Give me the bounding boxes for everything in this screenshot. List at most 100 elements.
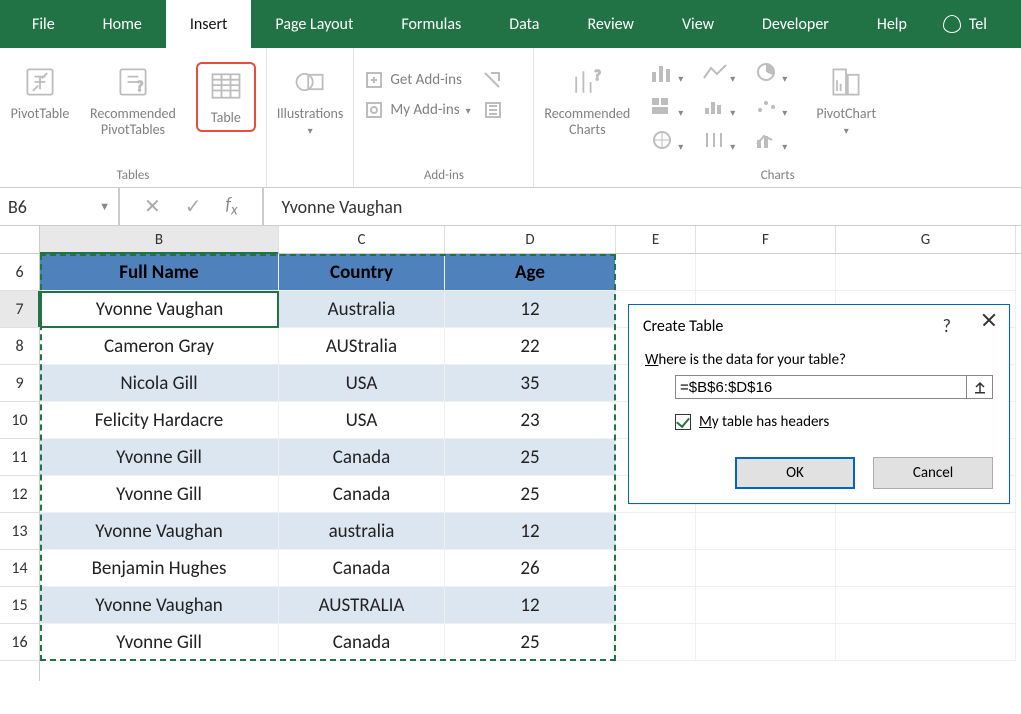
tab-file[interactable]: File <box>8 0 79 48</box>
row-header[interactable]: 9 <box>0 365 40 402</box>
cell[interactable] <box>696 550 836 587</box>
tab-insert[interactable]: Insert <box>166 0 252 48</box>
cell[interactable]: 12 <box>445 291 616 328</box>
cell[interactable] <box>696 254 836 291</box>
help-icon[interactable]: ? <box>943 315 951 337</box>
cell[interactable] <box>616 254 696 291</box>
cell[interactable] <box>836 624 1016 661</box>
row-header[interactable]: 6 <box>0 254 40 291</box>
cell[interactable]: Benjamin Hughes <box>40 550 279 587</box>
combo-chart-icon[interactable]: ▾ <box>754 130 796 158</box>
cell[interactable]: 12 <box>445 513 616 550</box>
tab-data[interactable]: Data <box>485 0 563 48</box>
my-addins-button[interactable]: My Add-ins ▾ <box>364 100 502 120</box>
cell[interactable]: 12 <box>445 587 616 624</box>
tab-review[interactable]: Review <box>563 0 658 48</box>
range-selector-button[interactable] <box>967 375 993 399</box>
cell[interactable]: Canada <box>279 624 445 661</box>
tab-developer[interactable]: Developer <box>738 0 853 48</box>
pivotchart-button[interactable]: PivotChart▾ <box>816 62 876 138</box>
row-header[interactable]: 14 <box>0 550 40 587</box>
pie-chart-icon[interactable]: ▾ <box>754 62 796 90</box>
cell[interactable]: Country <box>279 254 445 291</box>
cell[interactable]: Canada <box>279 439 445 476</box>
tab-home[interactable]: Home <box>79 0 166 48</box>
tab-view[interactable]: View <box>658 0 738 48</box>
cell[interactable]: Nicola Gill <box>40 365 279 402</box>
fx-icon[interactable]: fx <box>226 193 238 220</box>
cell[interactable]: Australia <box>279 291 445 328</box>
col-header-d[interactable]: D <box>445 226 616 253</box>
row-header[interactable]: 12 <box>0 476 40 513</box>
pivottable-button[interactable]: PivotTable <box>10 62 70 122</box>
formula-input[interactable]: Yvonne Vaughan <box>264 196 403 218</box>
cell[interactable] <box>616 587 696 624</box>
cell[interactable]: Cameron Gray <box>40 328 279 365</box>
line-chart-icon[interactable]: ▾ <box>702 62 744 90</box>
col-header-b[interactable]: B <box>40 226 279 253</box>
cell[interactable] <box>836 587 1016 624</box>
cell[interactable]: Canada <box>279 550 445 587</box>
cell[interactable]: Yvonne Vaughan <box>40 513 279 550</box>
select-all-corner[interactable] <box>0 226 40 253</box>
map-chart-icon[interactable]: ▾ <box>650 130 692 158</box>
cell[interactable]: 26 <box>445 550 616 587</box>
recommended-charts-button[interactable]: ? Recommended Charts <box>544 62 630 138</box>
cell[interactable]: 25 <box>445 439 616 476</box>
cancel-button[interactable]: Cancel <box>873 457 993 489</box>
cell[interactable]: 23 <box>445 402 616 439</box>
recommended-pivottables-button[interactable]: ? Recommended PivotTables <box>90 62 176 138</box>
cell[interactable] <box>696 624 836 661</box>
cell[interactable]: Yvonne Gill <box>40 624 279 661</box>
cell[interactable] <box>616 624 696 661</box>
cell[interactable]: AUStralia <box>279 328 445 365</box>
cell[interactable]: 22 <box>445 328 616 365</box>
cell[interactable]: 25 <box>445 476 616 513</box>
table-button[interactable]: Table <box>196 62 256 132</box>
column-chart-icon[interactable]: ▾ <box>650 62 692 90</box>
headers-checkbox[interactable] <box>675 414 691 430</box>
col-header-g[interactable]: G <box>836 226 1016 253</box>
cell[interactable]: AUSTRALIA <box>279 587 445 624</box>
row-header[interactable]: 8 <box>0 328 40 365</box>
cell[interactable] <box>836 254 1016 291</box>
tell-me[interactable]: Tel <box>931 0 999 48</box>
hierarchy-chart-icon[interactable]: ▾ <box>650 96 692 124</box>
tab-help[interactable]: Help <box>853 0 931 48</box>
cell[interactable]: Canada <box>279 476 445 513</box>
cell[interactable]: Felicity Hardacre <box>40 402 279 439</box>
row-header[interactable]: 15 <box>0 587 40 624</box>
cell[interactable]: 35 <box>445 365 616 402</box>
illustrations-button[interactable]: Illustrations▾ <box>277 62 344 138</box>
name-box[interactable]: B6 ▼ <box>0 188 120 225</box>
row-header[interactable]: 10 <box>0 402 40 439</box>
cell[interactable] <box>836 513 1016 550</box>
tab-page-layout[interactable]: Page Layout <box>251 0 377 48</box>
cancel-formula-icon[interactable]: ✕ <box>144 194 161 219</box>
row-header[interactable]: 13 <box>0 513 40 550</box>
cell[interactable] <box>616 550 696 587</box>
cell[interactable] <box>836 550 1016 587</box>
close-icon[interactable] <box>981 319 995 333</box>
range-input[interactable] <box>675 375 967 399</box>
cell[interactable]: australia <box>279 513 445 550</box>
col-header-c[interactable]: C <box>279 226 445 253</box>
cell[interactable] <box>616 513 696 550</box>
cell[interactable]: USA <box>279 365 445 402</box>
row-header[interactable]: 7 <box>0 291 40 328</box>
row-header[interactable]: 11 <box>0 439 40 476</box>
cell[interactable]: 25 <box>445 624 616 661</box>
cell[interactable]: Yvonne Gill <box>40 476 279 513</box>
scatter-chart-icon[interactable]: ▾ <box>754 96 796 124</box>
cell[interactable]: Full Name <box>40 254 279 291</box>
ok-button[interactable]: OK <box>735 457 855 489</box>
cell[interactable]: Yvonne Gill <box>40 439 279 476</box>
statistical-chart-icon[interactable]: ▾ <box>702 96 744 124</box>
get-addins-button[interactable]: Get Add-ins <box>364 70 501 90</box>
cell[interactable]: Yvonne Vaughan <box>40 291 279 328</box>
col-header-f[interactable]: F <box>696 226 836 253</box>
cell[interactable] <box>696 587 836 624</box>
cell[interactable] <box>696 513 836 550</box>
cell[interactable]: USA <box>279 402 445 439</box>
cell[interactable]: Yvonne Vaughan <box>40 587 279 624</box>
